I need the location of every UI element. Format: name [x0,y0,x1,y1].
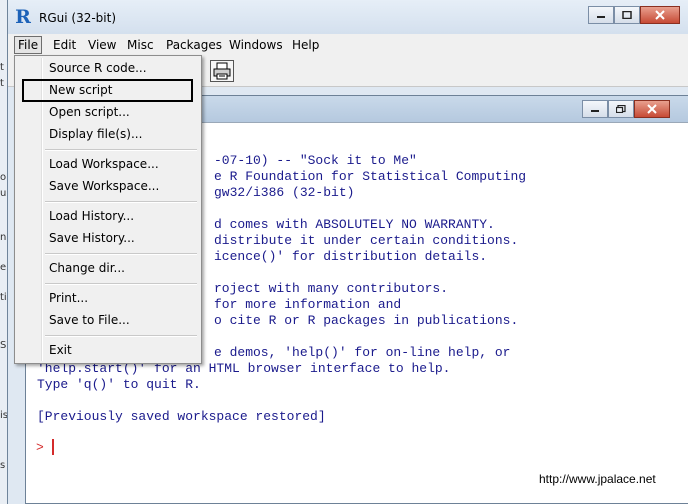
console-line: icence()' for distribution details. [214,249,488,264]
menu-item-save-history[interactable]: Save History... [49,229,135,247]
menu-item-open-script[interactable]: Open script... [49,103,130,121]
title-bar[interactable]: R RGui (32-bit) [8,0,688,34]
watermark-url: http://www.jpalace.net [539,472,656,486]
console-maximize-button[interactable] [608,100,634,118]
menu-packages[interactable]: Packages [163,37,225,53]
minimize-icon [597,16,605,18]
r-logo-icon: R [15,6,31,28]
console-caption-buttons [582,100,670,118]
console-line: roject with many contributors. [214,281,449,296]
close-icon [655,10,665,20]
menu-file[interactable]: File [14,36,43,54]
menu-item-display-files[interactable]: Display file(s)... [49,125,142,143]
console-line: -07-10) -- "Sock it to Me" [214,153,417,168]
maximize-icon [622,11,632,19]
menu-view[interactable]: View [85,37,119,53]
console-line: for more information and [214,297,402,312]
menu-separator [45,149,197,151]
printer-icon [213,62,231,80]
file-dropdown-menu: Source R code... New script Open script.… [14,55,202,364]
menu-item-save-to-file[interactable]: Save to File... [49,311,130,329]
minimize-icon [591,110,599,112]
menu-item-load-history[interactable]: Load History... [49,207,134,225]
window-caption-buttons [588,6,680,24]
restore-icon [616,105,626,113]
console-line: e R Foundation for Statistical Computing [214,169,527,184]
console-line: o cite R or R packages in publications. [214,313,519,328]
minimize-button[interactable] [588,6,614,24]
menu-item-load-workspace[interactable]: Load Workspace... [49,155,159,173]
menu-help[interactable]: Help [289,37,322,53]
menu-separator [45,335,197,337]
close-button[interactable] [640,6,680,24]
menu-item-source-r-code[interactable]: Source R code... [49,59,147,77]
menu-separator [45,201,197,203]
menu-item-change-dir[interactable]: Change dir... [49,259,125,277]
maximize-button[interactable] [614,6,640,24]
menu-item-save-workspace[interactable]: Save Workspace... [49,177,159,195]
close-icon [647,104,657,114]
console-line: [Previously saved workspace restored] [37,409,326,424]
print-button[interactable] [210,60,234,82]
console-line: e demos, 'help()' for on-line help, or [214,345,511,360]
menu-separator [45,283,197,285]
window-title: RGui (32-bit) [39,11,117,25]
console-prompt: > [36,440,44,455]
console-minimize-button[interactable] [582,100,608,118]
text-cursor [52,439,54,455]
console-line: d comes with ABSOLUTELY NO WARRANTY. [214,217,495,232]
menu-item-exit[interactable]: Exit [49,341,72,359]
menu-windows[interactable]: Windows [226,37,286,53]
console-line: distribute it under certain conditions. [214,233,519,248]
menu-item-print[interactable]: Print... [49,289,88,307]
console-line: Type 'q()' to quit R. [37,377,201,392]
menu-misc[interactable]: Misc [124,37,157,53]
console-line: gw32/i386 (32-bit) [214,185,355,200]
menu-bar: File Edit View Misc Packages Windows Hel… [8,34,688,57]
desktop-screen: t t o u n e ti S is s R RGui (32-bit) Fi… [0,0,688,504]
menu-gutter [41,58,43,361]
console-close-button[interactable] [634,100,670,118]
menu-separator [45,253,197,255]
menu-edit[interactable]: Edit [50,37,79,53]
menu-item-new-script[interactable]: New script [49,81,112,99]
